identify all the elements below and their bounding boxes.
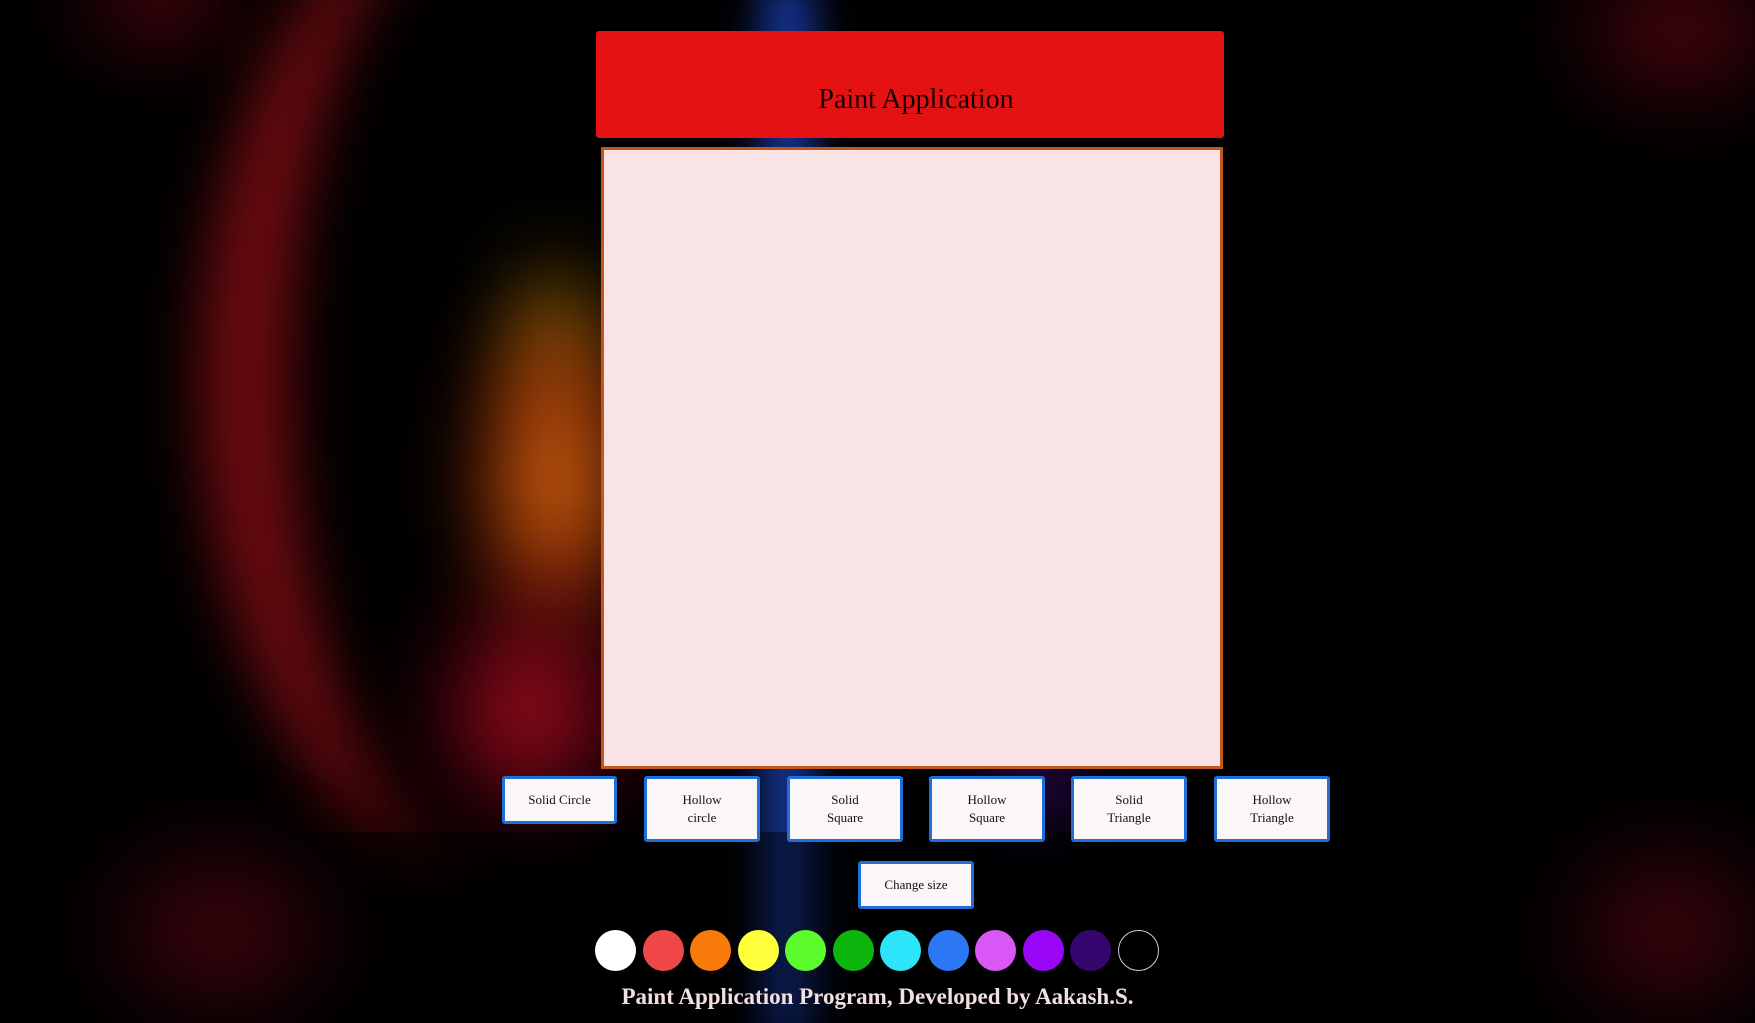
button-label-line: Hollow — [1252, 792, 1292, 807]
color-swatch-cyan[interactable] — [880, 930, 921, 971]
color-swatch-black[interactable] — [1117, 930, 1159, 971]
button-label-line: Hollow — [682, 792, 722, 807]
color-swatch-purple[interactable] — [1022, 930, 1064, 971]
button-label: Solid Square — [827, 791, 863, 827]
change-size-button[interactable]: Change size — [858, 861, 974, 909]
button-label: Solid Triangle — [1107, 791, 1151, 827]
hollow-square-button[interactable]: Hollow Square — [929, 776, 1045, 842]
hollow-triangle-button[interactable]: Hollow Triangle — [1214, 776, 1330, 842]
color-swatch-red[interactable] — [642, 930, 684, 971]
solid-square-button[interactable]: Solid Square — [787, 776, 903, 842]
button-label-line: Square — [968, 810, 1006, 825]
color-swatch-green[interactable] — [832, 930, 874, 971]
color-swatch-indigo[interactable] — [1070, 930, 1111, 971]
background-glow — [60, 0, 260, 60]
button-label-line: Solid — [1115, 792, 1143, 807]
button-label: Hollow Triangle — [1250, 791, 1294, 827]
color-swatch-white[interactable] — [595, 930, 636, 971]
app-header: Paint Application — [596, 31, 1224, 138]
solid-triangle-button[interactable]: Solid Triangle — [1071, 776, 1187, 842]
button-label-line: Hollow — [967, 792, 1007, 807]
footer-credit: Paint Application Program, Developed by … — [621, 984, 1134, 1009]
button-label: Hollow Square — [968, 791, 1007, 827]
button-label-line: Solid — [831, 792, 859, 807]
drawing-canvas[interactable] — [601, 147, 1223, 769]
page-title: Paint Application — [818, 84, 1014, 115]
button-label-line: Triangle — [1107, 810, 1151, 825]
button-label-line: Triangle — [1250, 810, 1294, 825]
button-label-line: circle — [687, 810, 717, 825]
solid-circle-button[interactable]: Solid Circle — [502, 776, 617, 824]
color-swatch-magenta[interactable] — [975, 930, 1016, 971]
hollow-circle-button[interactable]: Hollow circle — [644, 776, 760, 842]
button-label: Solid Circle — [528, 792, 591, 807]
color-swatch-blue[interactable] — [927, 930, 969, 971]
color-palette — [595, 930, 1159, 971]
button-label: Hollow circle — [683, 791, 722, 827]
background-glow — [1550, 0, 1755, 120]
button-label-line: Square — [826, 810, 864, 825]
color-swatch-yellow[interactable] — [737, 930, 779, 971]
color-swatch-orange[interactable] — [690, 930, 731, 971]
button-label: Change size — [884, 877, 948, 892]
color-swatch-light-green[interactable] — [785, 930, 826, 971]
